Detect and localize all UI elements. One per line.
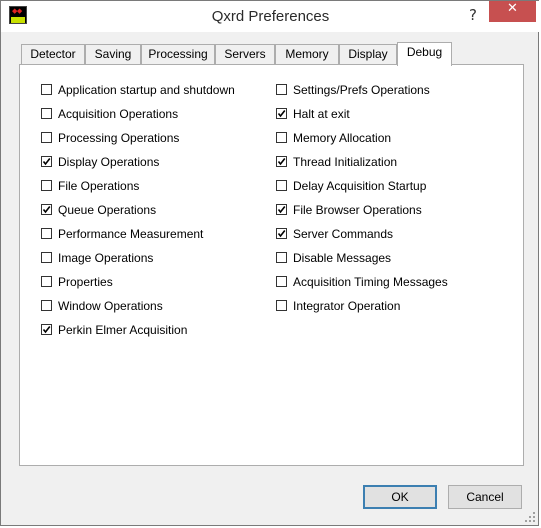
- checkbox-label: Settings/Prefs Operations: [293, 83, 430, 97]
- checkbox-label: Image Operations: [58, 251, 154, 265]
- checkbox-unchecked-icon[interactable]: [41, 180, 52, 191]
- checkbox-unchecked-icon[interactable]: [41, 228, 52, 239]
- checkbox-label: Halt at exit: [293, 107, 350, 121]
- tab-servers[interactable]: Servers: [215, 44, 275, 64]
- checkbox-label: File Operations: [58, 179, 140, 193]
- preferences-dialog: ◆◆ Qxrd Preferences ? ✕ Application star…: [0, 0, 540, 526]
- close-button[interactable]: ✕: [489, 1, 536, 22]
- checkbox-label: Server Commands: [293, 227, 394, 241]
- checkbox-label: Acquisition Timing Messages: [293, 275, 448, 289]
- checkbox-unchecked-icon[interactable]: [276, 300, 287, 311]
- checkbox-label: Performance Measurement: [58, 227, 204, 241]
- checkbox-unchecked-icon[interactable]: [276, 276, 287, 287]
- checkbox-checked-icon[interactable]: [276, 204, 287, 215]
- checkbox-label: Processing Operations: [58, 131, 180, 145]
- checkbox-unchecked-icon[interactable]: [41, 300, 52, 311]
- checkbox-checked-icon[interactable]: [41, 324, 52, 335]
- checkbox-checked-icon[interactable]: [41, 156, 52, 167]
- checkbox-unchecked-icon[interactable]: [41, 84, 52, 95]
- help-button[interactable]: ?: [460, 4, 486, 26]
- debug-panel: Application startup and shutdown Acquisit…: [19, 64, 524, 466]
- title-bar[interactable]: ◆◆ Qxrd Preferences ? ✕: [1, 1, 540, 32]
- checkbox-label: Memory Allocation: [293, 131, 392, 145]
- cancel-button[interactable]: Cancel: [448, 485, 522, 509]
- checkbox-label: Delay Acquisition Startup: [293, 179, 427, 193]
- checkbox-label: Thread Initialization: [293, 155, 398, 169]
- checkbox-label: Window Operations: [58, 299, 163, 313]
- tab-display[interactable]: Display: [339, 44, 397, 64]
- ok-button[interactable]: OK: [363, 485, 437, 509]
- tab-detector[interactable]: Detector: [21, 44, 85, 64]
- checkbox-label: Properties: [58, 275, 113, 289]
- checkbox-unchecked-icon[interactable]: [276, 252, 287, 263]
- checkbox-label: Disable Messages: [293, 251, 392, 265]
- checkbox-label: Integrator Operation: [293, 299, 401, 313]
- tab-processing[interactable]: Processing: [141, 44, 215, 64]
- checkbox-unchecked-icon[interactable]: [41, 276, 52, 287]
- tab-memory[interactable]: Memory: [275, 44, 339, 64]
- checkbox-checked-icon[interactable]: [276, 156, 287, 167]
- checkbox-unchecked-icon[interactable]: [41, 132, 52, 143]
- resize-grip-icon[interactable]: [525, 512, 535, 522]
- checkbox-label: Queue Operations: [58, 203, 157, 217]
- checkbox-checked-icon[interactable]: [276, 228, 287, 239]
- checkbox-unchecked-icon[interactable]: [276, 132, 287, 143]
- checkbox-label: Acquisition Operations: [58, 107, 179, 121]
- checkbox-label: Perkin Elmer Acquisition: [58, 323, 188, 337]
- tab-saving[interactable]: Saving: [85, 44, 141, 64]
- tab-debug[interactable]: Debug: [397, 42, 452, 66]
- checkbox-checked-icon[interactable]: [276, 108, 287, 119]
- checkbox-checked-icon[interactable]: [41, 204, 52, 215]
- checkbox-label: File Browser Operations: [293, 203, 422, 217]
- checkbox-label: Display Operations: [58, 155, 160, 169]
- checkbox-unchecked-icon[interactable]: [276, 180, 287, 191]
- checkbox-label: Application startup and shutdown: [58, 83, 235, 97]
- checkbox-unchecked-icon[interactable]: [276, 84, 287, 95]
- checkbox-unchecked-icon[interactable]: [41, 108, 52, 119]
- checkbox-unchecked-icon[interactable]: [41, 252, 52, 263]
